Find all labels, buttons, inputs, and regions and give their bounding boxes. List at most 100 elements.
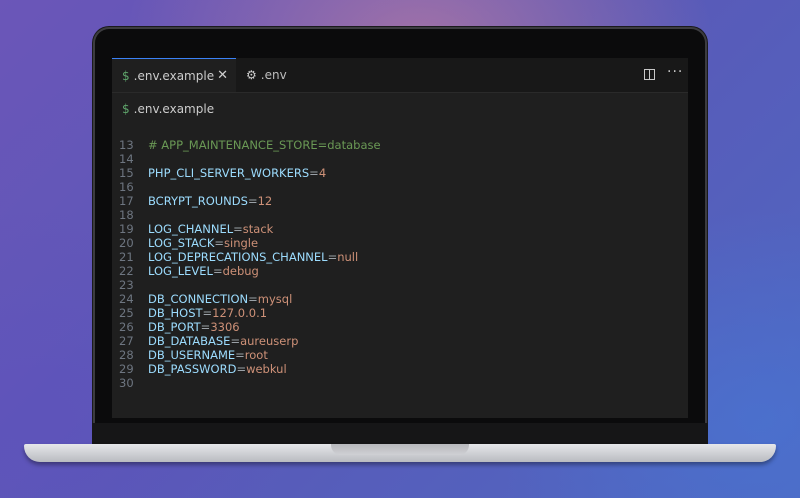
- env-key: DB_PASSWORD: [148, 362, 237, 376]
- line-number: 27: [119, 334, 134, 348]
- tab-bar: $ .env.example ✕ ⚙ .env ···: [112, 58, 688, 93]
- code-line[interactable]: 22 LOG_LEVEL=debug: [112, 264, 688, 278]
- line-code: LOG_STACK=single: [148, 236, 258, 250]
- equals-sign: =: [202, 306, 213, 320]
- env-key: DB_CONNECTION: [148, 292, 249, 306]
- env-value: webkul: [246, 362, 287, 376]
- line-code: DB_USERNAME=root: [148, 348, 268, 362]
- code-line[interactable]: 30: [112, 376, 688, 390]
- line-number: 17: [119, 194, 134, 208]
- env-key: DB_HOST: [148, 306, 203, 320]
- breadcrumb-file: .env.example: [133, 102, 215, 116]
- line-code: LOG_DEPRECATIONS_CHANNEL=null: [148, 250, 358, 264]
- equals-sign: =: [233, 222, 243, 236]
- env-value: 4: [318, 166, 327, 180]
- env-value: 127.0.0.1: [212, 306, 268, 320]
- line-number: 29: [119, 362, 134, 376]
- code-line[interactable]: 29 DB_PASSWORD=webkul: [112, 362, 688, 376]
- line-number: 14: [119, 152, 134, 166]
- equals-sign: =: [248, 292, 258, 306]
- equals-sign: =: [214, 236, 225, 250]
- env-value: debug: [222, 264, 259, 278]
- line-code: PHP_CLI_SERVER_WORKERS=4: [148, 166, 326, 180]
- tab-label: .env.example: [133, 68, 215, 83]
- code-line[interactable]: 23: [112, 278, 688, 292]
- env-key: LOG_CHANNEL: [148, 222, 234, 236]
- equals-sign: =: [235, 348, 245, 362]
- more-actions-icon[interactable]: ···: [667, 64, 683, 80]
- code-line[interactable]: 24 DB_CONNECTION=mysql: [112, 292, 688, 306]
- dollar-icon: $: [122, 68, 130, 83]
- env-key: PHP_CLI_SERVER_WORKERS: [148, 166, 310, 180]
- env-key: LOG_DEPRECATIONS_CHANNEL: [148, 250, 328, 264]
- gear-icon: ⚙: [246, 68, 257, 82]
- line-number: 24: [119, 292, 134, 306]
- line-code: # APP_MAINTENANCE_STORE=database: [148, 138, 381, 152]
- line-number: 13: [119, 138, 134, 152]
- env-value: 3306: [210, 320, 240, 334]
- line-code: DB_PORT=3306: [148, 320, 240, 334]
- code-line[interactable]: 13 # APP_MAINTENANCE_STORE=database: [112, 138, 688, 152]
- line-number: 26: [119, 320, 134, 334]
- editor-window: $ .env.example ✕ ⚙ .env ··· $ .env.examp…: [112, 58, 688, 418]
- env-value: aureuserp: [240, 334, 299, 348]
- code-line[interactable]: 20 LOG_STACK=single: [112, 236, 688, 250]
- equals-sign: =: [230, 334, 241, 348]
- code-line[interactable]: 21 LOG_DEPRECATIONS_CHANNEL=null: [112, 250, 688, 264]
- breadcrumb[interactable]: $ .env.example: [112, 92, 688, 126]
- dollar-icon: $: [122, 102, 130, 116]
- equals-sign: =: [200, 320, 211, 334]
- line-code: LOG_CHANNEL=stack: [148, 222, 273, 236]
- code-line[interactable]: 15 PHP_CLI_SERVER_WORKERS=4: [112, 166, 688, 180]
- equals-sign: =: [236, 362, 247, 376]
- env-key: LOG_STACK: [148, 236, 215, 250]
- line-number: 28: [119, 348, 134, 362]
- line-number: 19: [119, 222, 134, 236]
- code-line[interactable]: 27 DB_DATABASE=aureuserp: [112, 334, 688, 348]
- laptop-bezel-chin: [92, 423, 708, 444]
- line-code: BCRYPT_ROUNDS=12: [148, 194, 272, 208]
- env-key: DB_USERNAME: [148, 348, 236, 362]
- tab-label: .env: [260, 68, 287, 82]
- equals-sign: =: [327, 250, 338, 264]
- split-editor-icon[interactable]: [644, 69, 655, 80]
- line-code: DB_CONNECTION=mysql: [148, 292, 292, 306]
- laptop-notch: [331, 444, 469, 455]
- line-number: 20: [119, 236, 134, 250]
- env-key: DB_DATABASE: [148, 334, 231, 348]
- equals-sign: =: [247, 194, 258, 208]
- env-key: DB_PORT: [148, 320, 201, 334]
- line-number: 30: [119, 376, 134, 390]
- env-value: null: [337, 250, 359, 264]
- env-value: single: [224, 236, 259, 250]
- line-number: 22: [119, 264, 134, 278]
- env-value: 12: [257, 194, 273, 208]
- line-number: 25: [119, 306, 134, 320]
- code-line[interactable]: 17 BCRYPT_ROUNDS=12: [112, 194, 688, 208]
- equals-sign: =: [309, 166, 319, 180]
- env-key: LOG_LEVEL: [148, 264, 213, 278]
- code-line[interactable]: 26 DB_PORT=3306: [112, 320, 688, 334]
- code-line[interactable]: 28 DB_USERNAME=root: [112, 348, 688, 362]
- line-code: LOG_LEVEL=debug: [148, 264, 259, 278]
- code-line[interactable]: 25 DB_HOST=127.0.0.1: [112, 306, 688, 320]
- env-value: root: [244, 348, 268, 362]
- line-number: 21: [119, 250, 134, 264]
- line-number: 18: [119, 208, 134, 222]
- code-line[interactable]: 16: [112, 180, 688, 194]
- equals-sign: =: [212, 264, 223, 278]
- tab-env-example[interactable]: $ .env.example ✕: [112, 58, 236, 92]
- tab-env[interactable]: ⚙ .env: [236, 58, 306, 92]
- env-value: mysql: [257, 292, 293, 306]
- env-value: stack: [242, 222, 274, 236]
- code-line[interactable]: 14: [112, 152, 688, 166]
- line-number: 16: [119, 180, 134, 194]
- line-code: DB_HOST=127.0.0.1: [148, 306, 267, 320]
- code-line[interactable]: 19 LOG_CHANNEL=stack: [112, 222, 688, 236]
- code-line[interactable]: 18: [112, 208, 688, 222]
- line-code: DB_DATABASE=aureuserp: [148, 334, 298, 348]
- close-icon[interactable]: ✕: [217, 68, 228, 84]
- line-number: 23: [119, 278, 134, 292]
- comment-text: # APP_MAINTENANCE_STORE=database: [148, 138, 381, 152]
- line-number: 15: [119, 166, 134, 180]
